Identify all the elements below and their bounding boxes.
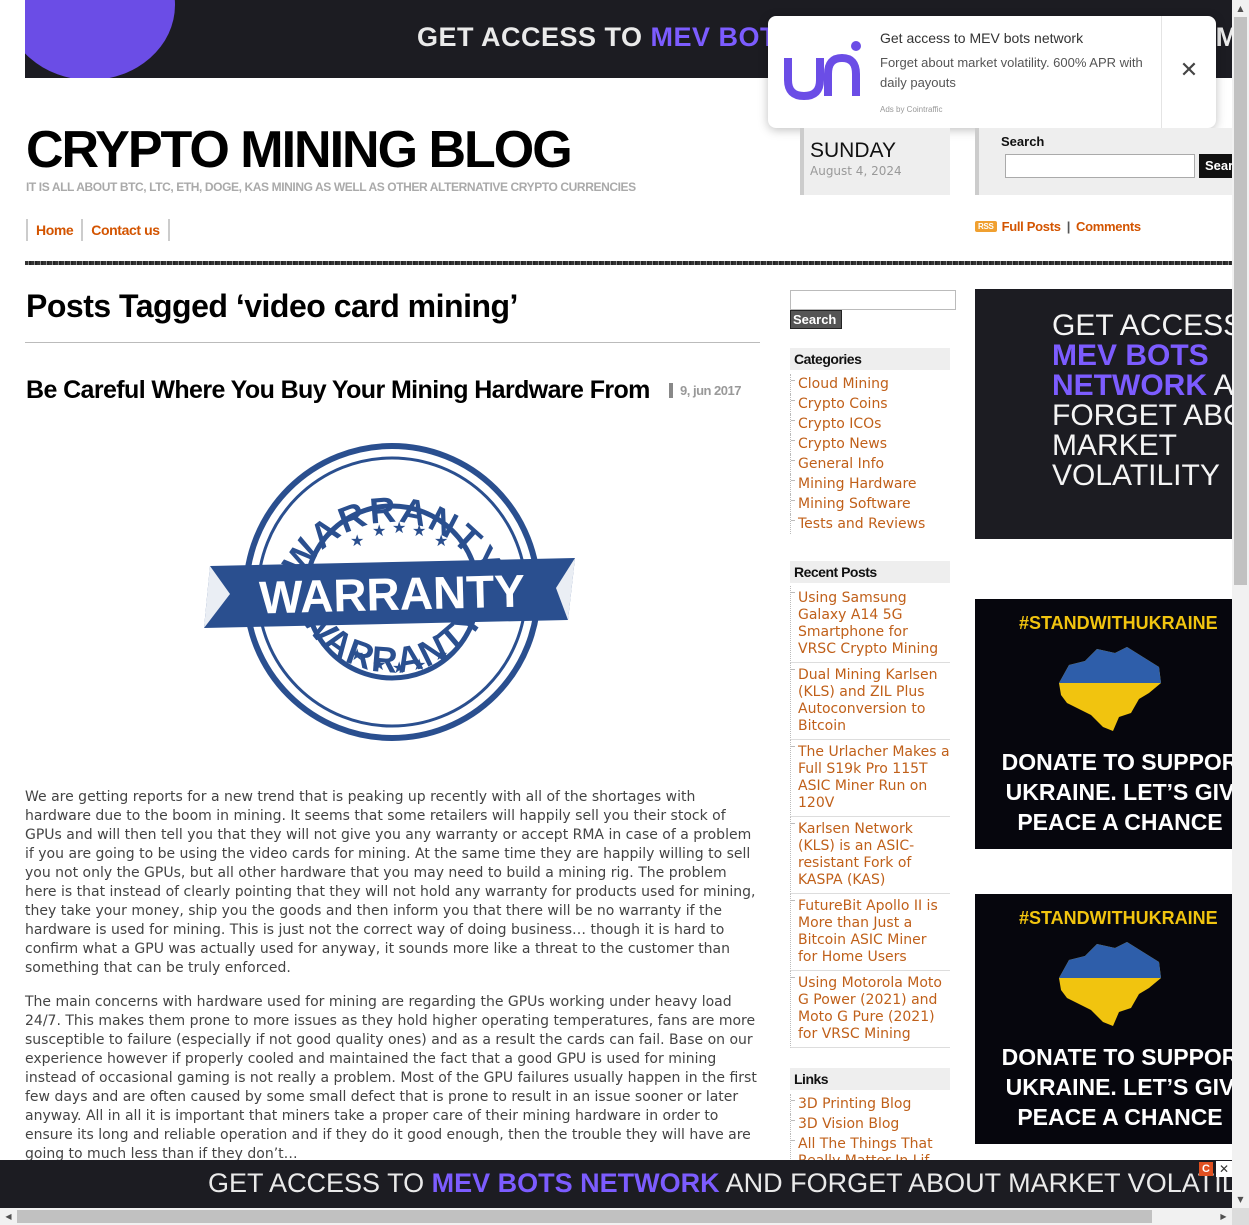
category-link[interactable]: Mining Hardware (790, 474, 950, 494)
header-search: Search Sear (975, 128, 1249, 195)
site-title[interactable]: CRYPTO MINING BLOG (26, 120, 573, 180)
feed-links: RSS Full Posts | Comments (975, 219, 1141, 234)
warranty-stamp-image: WARRANTY WARRANTY ★★★★★ ★★★★★ WARRANTY (204, 443, 575, 741)
bottom-sticky-ad[interactable]: GET ACCESS TO MEV BOTS NETWORK AND FORGE… (0, 1160, 1234, 1208)
svg-text:★: ★ (350, 531, 364, 550)
recent-posts-list: Using Samsung Galaxy A14 5G Smartphone f… (790, 586, 950, 1048)
svg-text:★: ★ (434, 645, 448, 664)
rss-icon: RSS (975, 221, 997, 232)
recent-post-link[interactable]: Using Motorola Moto G Power (2021) and M… (790, 971, 950, 1048)
horizontal-scrollbar[interactable]: ◀ ▶ (0, 1208, 1232, 1225)
category-link[interactable]: Cloud Mining (790, 374, 950, 394)
category-link[interactable]: Crypto ICOs (790, 414, 950, 434)
category-link[interactable]: General Info (790, 454, 950, 474)
svg-text:★: ★ (412, 521, 426, 540)
feed-separator: | (1066, 219, 1071, 234)
blogroll-link[interactable]: 3D Printing Blog (790, 1094, 950, 1114)
page-title: Posts Tagged ‘video card mining’ (26, 288, 518, 324)
ukraine-donate-text: DONATE TO SUPPOR UKRAINE. LET’S GIV PEAC… (1001, 1044, 1232, 1130)
ads-by-label: Ads by Cointraffic (880, 105, 943, 114)
bottom-ad-text: GET ACCESS TO MEV BOTS NETWORK AND FORGE… (208, 1168, 1234, 1198)
ukraine-donation-ad[interactable]: #STANDWITHUKRAINE DONATE TO SUPPOR UKRAI… (975, 599, 1232, 849)
category-link[interactable]: Crypto Coins (790, 394, 950, 414)
links-title: Links (790, 1068, 950, 1090)
recent-post-link[interactable]: FutureBit Apollo II is More than Just a … (790, 894, 950, 971)
scrollbar-corner (1232, 1208, 1249, 1225)
nav-home-link[interactable]: Home (26, 219, 81, 241)
ukraine-hashtag: #STANDWITHUKRAINE (1019, 613, 1218, 633)
recent-post-link[interactable]: Dual Mining Karlsen (KLS) and ZIL Plus A… (790, 663, 950, 740)
cointraffic-badge-icon[interactable]: C (1199, 1162, 1213, 1176)
recent-posts-title: Recent Posts (790, 561, 950, 583)
date-box: SUNDAY August 4, 2024 (800, 128, 950, 195)
blogroll-link[interactable]: 3D Vision Blog (790, 1114, 950, 1134)
scroll-right-arrow-icon[interactable]: ▶ (1215, 1208, 1232, 1225)
main-nav: Home Contact us (26, 219, 170, 241)
comments-link[interactable]: Comments (1076, 219, 1141, 234)
ukraine-donate-text: DONATE TO SUPPOR UKRAINE. LET’S GIV PEAC… (1001, 749, 1232, 835)
stamp-middle-text: WARRANTY (259, 565, 526, 624)
popup-body: Forget about market volatility. 600% APR… (880, 55, 1143, 90)
svg-text:★: ★ (412, 655, 426, 674)
horizontal-scroll-thumb[interactable] (17, 1210, 1152, 1223)
svg-text:★: ★ (372, 521, 386, 540)
scroll-down-arrow-icon[interactable]: ▼ (1232, 1191, 1249, 1208)
popup-close-icon[interactable]: ✕ (1176, 58, 1202, 84)
svg-text:★: ★ (392, 518, 406, 537)
vertical-scrollbar[interactable]: ▲ ▼ (1232, 0, 1249, 1208)
title-divider (25, 342, 760, 343)
ad-decoration (25, 0, 175, 78)
mev-ad-text: GET ACCESS MEV BOTS NETWORK A FORGET ABO… (1052, 309, 1232, 492)
date-label: August 4, 2024 (810, 164, 902, 178)
ukraine-map-icon (1059, 942, 1161, 1026)
svg-text:★: ★ (372, 655, 386, 674)
full-posts-link[interactable]: Full Posts (1002, 219, 1061, 234)
vertical-scroll-thumb[interactable] (1234, 17, 1247, 585)
recent-post-link[interactable]: Karlsen Network (KLS) is an ASIC-resista… (790, 817, 950, 894)
ad-popup[interactable]: Get access to MEV bots network Forget ab… (768, 16, 1216, 128)
ukraine-hashtag: #STANDWITHUKRAINE (1019, 908, 1218, 928)
popup-title: Get access to MEV bots network (880, 30, 1084, 46)
day-label: SUNDAY (810, 139, 896, 162)
nav-contact-link[interactable]: Contact us (81, 219, 170, 241)
category-link[interactable]: Mining Software (790, 494, 950, 514)
recent-post-link[interactable]: The Urlacher Makes a Full S19k Pro 115T … (790, 740, 950, 817)
ukraine-map-icon (1059, 647, 1161, 731)
svg-text:★: ★ (350, 645, 364, 664)
categories-title: Categories (790, 348, 950, 370)
recent-post-link[interactable]: Using Samsung Galaxy A14 5G Smartphone f… (790, 586, 950, 663)
post-date: 9, jun 2017 (669, 383, 741, 398)
header-search-input[interactable] (1005, 154, 1195, 178)
bottom-ad-close-icon[interactable]: ✕ (1216, 1161, 1232, 1177)
sidebar-search-button[interactable]: Search (790, 310, 842, 329)
post-paragraph: We are getting reports for a new trend t… (25, 789, 756, 976)
header-search-label: Search (1001, 134, 1045, 149)
category-link[interactable]: Crypto News (790, 434, 950, 454)
scroll-left-arrow-icon[interactable]: ◀ (0, 1208, 17, 1225)
category-link[interactable]: Tests and Reviews (790, 514, 950, 534)
mev-bots-ad[interactable]: GET ACCESS MEV BOTS NETWORK A FORGET ABO… (975, 289, 1232, 539)
svg-text:★: ★ (392, 658, 406, 677)
categories-list: Cloud Mining Crypto Coins Crypto ICOs Cr… (790, 374, 950, 534)
post-paragraph: The main concerns with hardware used for… (25, 994, 757, 1162)
popup-divider (1161, 16, 1162, 128)
ukraine-donation-ad[interactable]: #STANDWITHUKRAINE DONATE TO SUPPOR UKRAI… (975, 894, 1232, 1144)
header-divider (25, 261, 1232, 265)
svg-text:★: ★ (434, 531, 448, 550)
uni-logo-icon (784, 41, 861, 101)
site-tagline: IT IS ALL ABOUT BTC, LTC, ETH, DOGE, KAS… (26, 180, 636, 194)
post-title[interactable]: Be Careful Where You Buy Your Mining Har… (26, 376, 650, 405)
scroll-up-arrow-icon[interactable]: ▲ (1232, 0, 1249, 17)
sidebar-search-input[interactable] (790, 290, 956, 310)
